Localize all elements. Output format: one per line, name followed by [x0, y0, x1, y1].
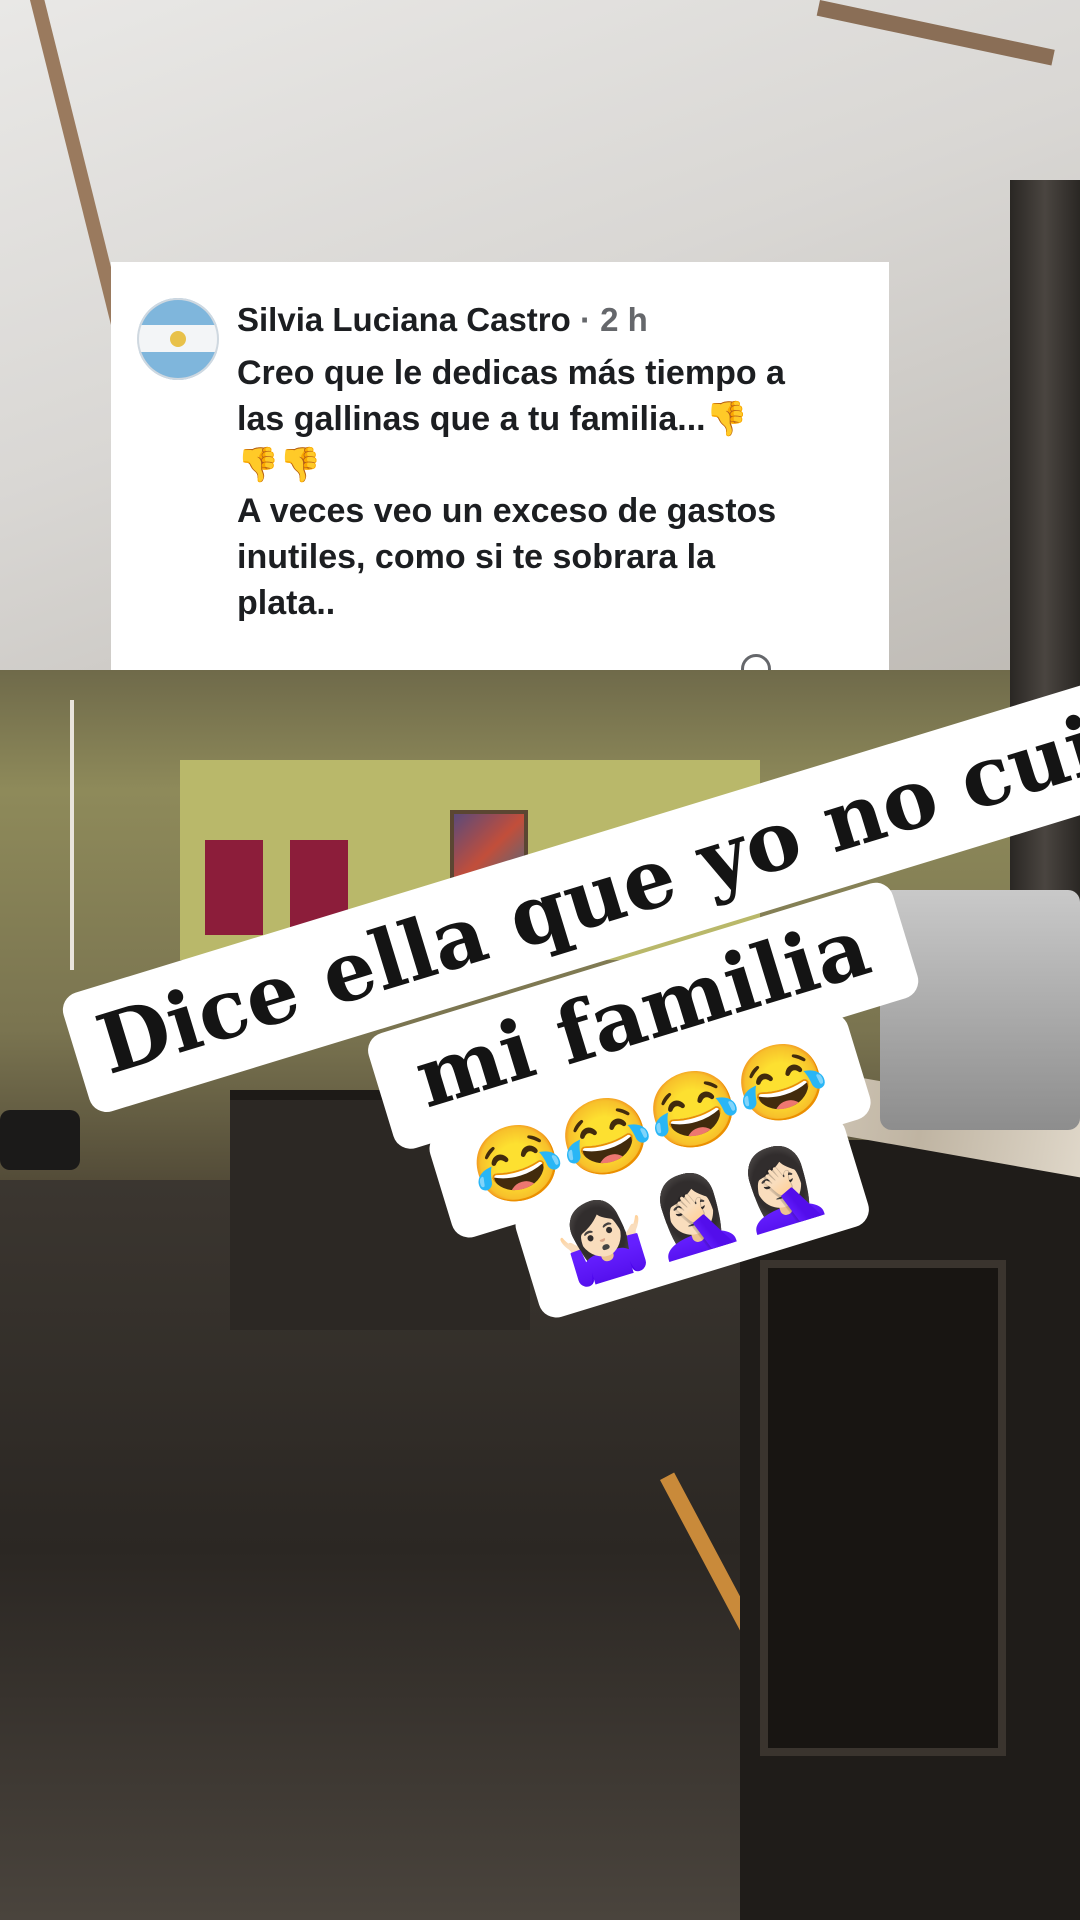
comment-line: las gallinas que a tu familia...👎	[237, 400, 748, 438]
comment-timestamp: 2 h	[600, 301, 648, 338]
comment-header: Silvia Luciana Castro · 2 h	[237, 298, 648, 342]
comment-author: Silvia Luciana Castro	[237, 301, 571, 338]
background-stool	[0, 1110, 80, 1170]
background-cabinet-door	[760, 1260, 1006, 1756]
comment-line: inutiles, como si te sobrara la	[237, 538, 716, 576]
comment-separator: ·	[579, 301, 591, 338]
comment-line: Creo que le dedicas más tiempo a	[237, 354, 785, 392]
argentina-flag-avatar-icon	[137, 298, 219, 380]
comment-line: 👎👎	[237, 446, 322, 484]
comment-body: Creo que le dedicas más tiempo a las gal…	[237, 350, 867, 626]
sun-icon	[170, 331, 186, 347]
comment-line: A veces veo un exceso de gastos	[237, 492, 777, 530]
video-frame: Silvia Luciana Castro · 2 h Creo que le …	[0, 0, 1080, 1920]
